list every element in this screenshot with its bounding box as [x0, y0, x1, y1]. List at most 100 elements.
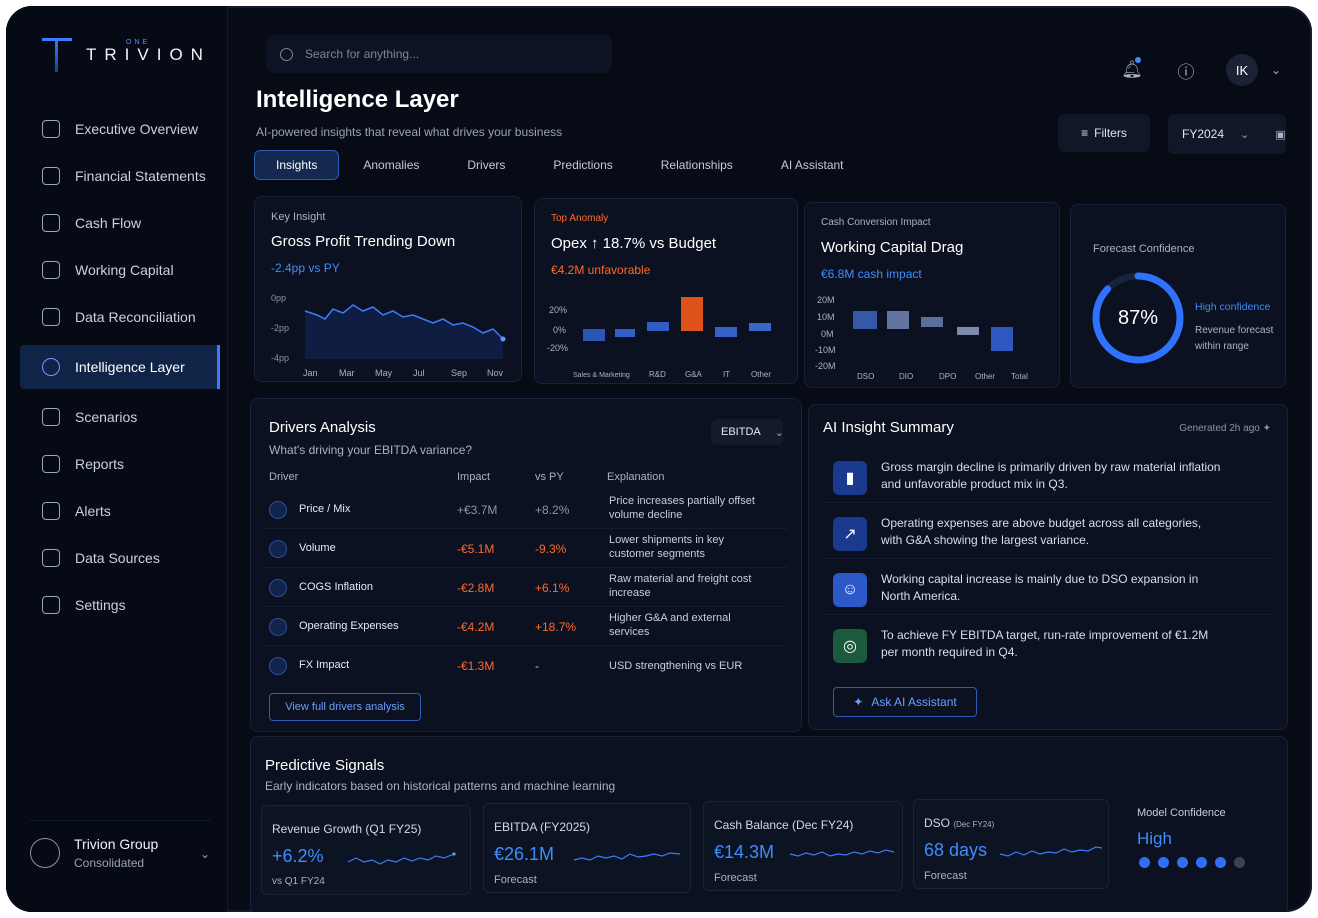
fx-icon [269, 657, 287, 675]
confidence-level: High confidence [1195, 301, 1271, 313]
sidebar-item-alerts[interactable]: Alerts [20, 492, 220, 530]
top-anomaly-card[interactable]: Top Anomaly Opex ↑ 18.7% vs Budget €4.2M… [534, 198, 798, 384]
driver-explanation: Higher G&A and external services [609, 612, 731, 638]
column-header[interactable]: Explanation [607, 471, 665, 483]
sparkle-icon: ✦ [853, 695, 864, 709]
help-button[interactable]: ⓘ [1170, 54, 1202, 86]
column-header[interactable]: Impact [457, 471, 490, 483]
column-header[interactable]: vs PY [535, 471, 564, 483]
signal-foot: Forecast [714, 872, 757, 884]
sidebar-item-data-reconciliation[interactable]: Data Reconciliation [20, 298, 220, 336]
user-avatar[interactable]: IK [1226, 54, 1258, 86]
sidebar-item-working-capital[interactable]: Working Capital [20, 251, 220, 289]
tab-insights[interactable]: Insights [254, 150, 340, 180]
driver-name: Volume [299, 542, 336, 554]
y-tick: 20% [549, 305, 567, 315]
grid-icon [42, 120, 60, 138]
signal-card-ebitda[interactable]: EBITDA (FY2025) €26.1M Forecast [483, 803, 691, 893]
filters-button[interactable]: ≡ Filters [1058, 114, 1150, 152]
x-tick: May [375, 368, 393, 378]
insight-text: Operating expenses are above budget acro… [881, 516, 1202, 547]
list-item[interactable]: ▮ Gross margin decline is primarily drive… [825, 451, 1271, 503]
model-confidence: Model Confidence High [1125, 797, 1275, 887]
column-header[interactable]: Driver [269, 471, 298, 483]
list-item[interactable]: ↗ Operating expenses are above budget acr… [825, 507, 1271, 559]
table-row[interactable]: FX Impact -€1.3M - USD strengthening vs EUR [265, 647, 787, 685]
view-drivers-button[interactable]: View full drivers analysis [269, 693, 421, 721]
sidebar-item-intelligence-layer[interactable]: Intelligence Layer [20, 345, 220, 389]
trend-up-icon: ↗ [833, 517, 867, 551]
table-row[interactable]: Operating Expenses -€4.2M +18.7% Higher G&A… [265, 608, 787, 646]
bar [647, 322, 669, 331]
driver-impact: -€4.2M [457, 620, 495, 634]
card-label: Cash Conversion Impact [821, 217, 931, 228]
generated-time: Generated 2h ago ✦ [1179, 423, 1271, 434]
ask-ai-assistant-button[interactable]: ✦ Ask AI Assistant [833, 687, 977, 717]
drivers-analysis-panel: Drivers Analysis What's driving your EBI… [250, 398, 802, 732]
sidebar: TRIVION ONE Executive Overview Financial… [6, 6, 228, 912]
table-row[interactable]: Price / Mix +€3.7M +8.2% Price increases pa… [265, 491, 787, 529]
y-tick: -2pp [271, 323, 289, 333]
sidebar-item-reports[interactable]: Reports [20, 445, 220, 483]
sidebar-item-settings[interactable]: Settings [20, 586, 220, 624]
sidebar-item-financial-statements[interactable]: Financial Statements [20, 157, 220, 195]
tab-predictions[interactable]: Predictions [553, 158, 612, 172]
sidebar-item-label: Cash Flow [75, 215, 142, 231]
list-item[interactable]: ◎ To achieve FY EBITDA target, run-rate i… [825, 619, 1271, 671]
signal-card-dso[interactable]: DSO (Dec FY24) 68 days Forecast [913, 799, 1109, 889]
list-item[interactable]: ☺ Working capital increase is mainly due … [825, 563, 1271, 615]
notifications-button[interactable]: 🔔︎ [1116, 54, 1148, 86]
search-input[interactable]: Search for anything... [266, 35, 612, 73]
chevron-down-icon[interactable]: ⌄ [1268, 54, 1284, 86]
x-tick: Total [1011, 372, 1028, 381]
sidebar-item-scenarios[interactable]: Scenarios [20, 398, 220, 436]
sidebar-item-label: Alerts [75, 503, 111, 519]
signal-label-main: DSO [924, 816, 951, 830]
y-tick: 10M [817, 312, 835, 322]
x-tick: Nov [487, 368, 504, 378]
x-tick: DSO [857, 372, 874, 381]
org-switcher[interactable]: Trivion Group Consolidated ⌄ [30, 820, 210, 870]
card-title: Working Capital Drag [821, 239, 964, 256]
sidebar-item-label: Working Capital [75, 262, 174, 278]
sparkline [999, 846, 1103, 857]
card-value: €4.2M unfavorable [551, 263, 651, 277]
header-actions: 🔔︎ ⓘ IK ⌄ [1094, 54, 1284, 86]
signal-card-revenue[interactable]: Revenue Growth (Q1 FY25) +6.2% vs Q1 FY2… [261, 805, 471, 895]
app-window: TRIVION ONE Executive Overview Financial… [6, 6, 1312, 912]
signal-label: DSO (Dec FY24) [924, 816, 994, 830]
x-tick: R&D [649, 370, 666, 379]
brand-name: TRIVION [86, 45, 211, 64]
wallet-icon [42, 261, 60, 279]
metric-select[interactable]: EBITDA ⌄ [711, 419, 784, 445]
driver-impact: -€2.8M [457, 581, 495, 595]
signal-card-cash[interactable]: Cash Balance (Dec FY24) €14.3M Forecast [703, 801, 903, 891]
tab-drivers[interactable]: Drivers [467, 158, 505, 172]
sidebar-item-label: Reports [75, 456, 125, 472]
bar [853, 311, 877, 329]
table-row[interactable]: COGS Inflation -€2.8M +6.1% Raw material an… [265, 569, 787, 607]
insight-text: To achieve FY EBITDA target, run-rate im… [881, 628, 1209, 659]
sidebar-item-data-sources[interactable]: Data Sources [20, 539, 220, 577]
gross-profit-line-chart: 0pp -2pp -4pp Jan Mar May Jul Sep Nov [271, 293, 506, 378]
cash-conversion-card[interactable]: Cash Conversion Impact Working Capital D… [804, 202, 1060, 388]
button-label: Ask AI Assistant [871, 695, 957, 709]
bar [749, 323, 771, 331]
tab-anomalies[interactable]: Anomalies [363, 158, 419, 172]
key-insight-card[interactable]: Key Insight Gross Profit Trending Down -… [254, 196, 522, 382]
notification-dot [1135, 57, 1141, 63]
bell-icon [42, 502, 60, 520]
tab-ai-assistant[interactable]: AI Assistant [781, 158, 844, 172]
sparkline [789, 849, 895, 857]
search-icon [280, 47, 293, 61]
x-tick: Jan [303, 368, 318, 378]
table-row[interactable]: Volume -€5.1M -9.3% Lower shipments in key … [265, 530, 787, 568]
insight-text: Gross margin decline is primarily driven… [881, 460, 1221, 491]
x-tick: DPO [939, 372, 956, 381]
signal-label: Cash Balance (Dec FY24) [714, 818, 854, 832]
sidebar-item-cash-flow[interactable]: Cash Flow [20, 204, 220, 242]
sidebar-item-executive-overview[interactable]: Executive Overview [20, 110, 220, 148]
tab-relationships[interactable]: Relationships [661, 158, 733, 172]
fiscal-year-select[interactable]: FY2024 ⌄ ▣ [1168, 114, 1286, 154]
forecast-confidence-card[interactable]: Forecast Confidence 87% High confidence … [1070, 204, 1286, 388]
